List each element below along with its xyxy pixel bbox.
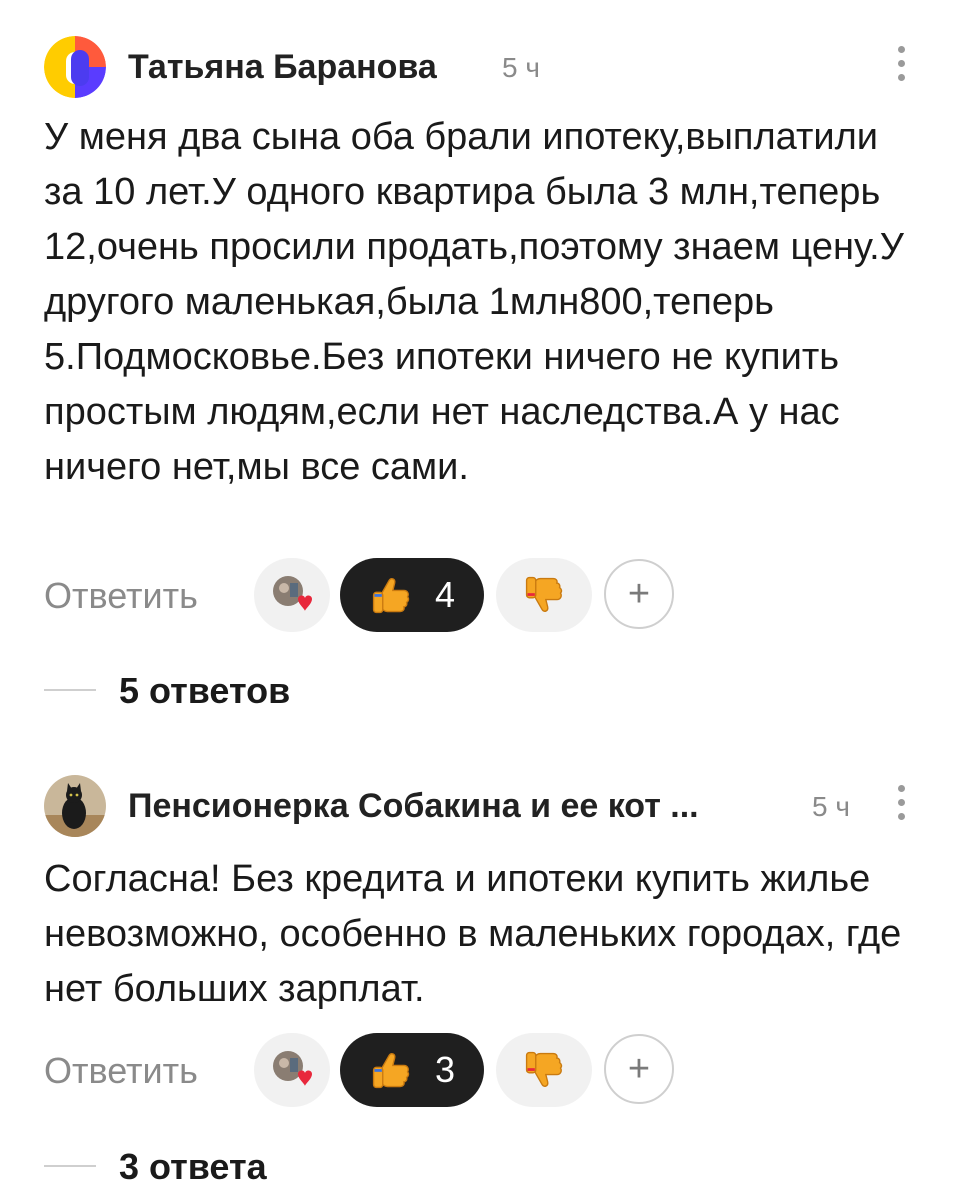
like-count: 4: [434, 574, 456, 615]
thumbs-down-icon: [522, 1048, 566, 1092]
timestamp: 5 ч: [502, 52, 540, 83]
thumbs-up-icon: [369, 1048, 413, 1092]
comment-actions: Ответить 4 +: [44, 558, 924, 634]
reaction-avatar-icon: [273, 576, 312, 611]
author-name[interactable]: Татьяна Баранова: [128, 48, 437, 87]
more-vertical-icon[interactable]: [895, 785, 907, 829]
reply-button[interactable]: Ответить: [44, 1050, 198, 1092]
like-button[interactable]: 3: [340, 1033, 484, 1107]
thumbs-up-icon: [369, 573, 413, 617]
comment-actions: Ответить 3 +: [44, 1033, 924, 1109]
thumbs-down-icon: [522, 573, 566, 617]
heart-icon: [298, 595, 312, 611]
add-reaction-button[interactable]: +: [604, 1034, 674, 1104]
heart-icon: [298, 1070, 312, 1086]
reaction-avatars[interactable]: [254, 558, 330, 632]
reply-button[interactable]: Ответить: [44, 575, 198, 617]
plus-icon: +: [627, 572, 651, 615]
more-vertical-icon[interactable]: [895, 46, 907, 90]
zen-logo-icon: [44, 36, 106, 98]
add-reaction-button[interactable]: +: [604, 559, 674, 629]
reaction-avatars[interactable]: [254, 1033, 330, 1107]
avatar[interactable]: [44, 775, 106, 837]
replies-count: 5 ответов: [119, 670, 291, 711]
dislike-button[interactable]: [496, 1033, 592, 1107]
divider: [44, 1165, 96, 1167]
like-count: 3: [434, 1049, 456, 1090]
plus-icon: +: [627, 1047, 651, 1090]
replies-count: 3 ответа: [119, 1146, 267, 1187]
comment-text: У меня два сына оба брали ипотеку,выплат…: [44, 116, 904, 488]
divider: [44, 689, 96, 691]
author-name[interactable]: Пенсионерка Собакина и ее кот ...: [128, 787, 699, 826]
dislike-button[interactable]: [496, 558, 592, 632]
comment-text: Согласна! Без кредита и ипотеки купить ж…: [44, 858, 902, 1010]
cat-photo-icon: [44, 775, 106, 837]
reaction-avatar-icon: [273, 1051, 312, 1086]
timestamp: 5 ч: [812, 791, 850, 822]
like-button[interactable]: 4: [340, 558, 484, 632]
avatar[interactable]: [44, 36, 106, 98]
